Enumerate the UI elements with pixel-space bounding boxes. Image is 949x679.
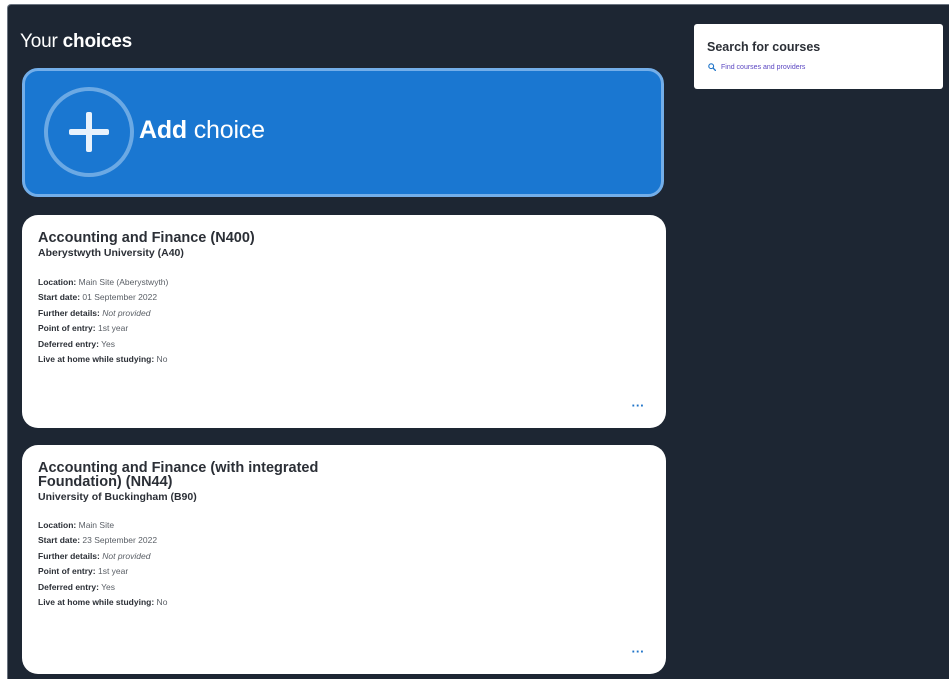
page-title: Your choices	[20, 31, 133, 52]
page-frame: Your choices Add choice Accounting and F…	[7, 4, 949, 679]
detail-live-at-home: Live at home while studying: No	[38, 354, 168, 365]
add-choice-button[interactable]: Add choice	[22, 68, 664, 197]
choice-details: Location: Main Site Start date: 23 Septe…	[38, 518, 167, 610]
detail-start-date: Start date: 23 September 2022	[38, 535, 158, 546]
detail-location: Location: Main Site (Aberystwyth)	[38, 277, 169, 287]
detail-point-of-entry: Point of entry: 1st year	[38, 323, 129, 334]
detail-point-of-entry: Point of entry: 1st year	[38, 566, 129, 577]
search-courses-panel: Search for courses Find courses and prov…	[694, 24, 943, 89]
course-title: Accounting and Finance (N400) Aberystwyt…	[38, 230, 255, 259]
choice-card: Accounting and Finance (with integrated …	[22, 445, 666, 674]
search-icon	[708, 63, 716, 71]
detail-deferred-entry: Deferred entry: Yes	[38, 338, 116, 349]
detail-start-date: Start date: 01 September 2022	[38, 292, 158, 303]
add-choice-label: Add choice	[139, 116, 265, 144]
detail-further-details: Further details: Not provided	[38, 550, 151, 561]
detail-deferred-entry: Deferred entry: Yes	[38, 581, 116, 592]
provider-name: Aberystwyth University (A40)	[38, 247, 184, 259]
choice-details: Location: Main Site (Aberystwyth) Start …	[38, 275, 168, 367]
find-courses-link-label[interactable]: Find courses and providers	[721, 64, 805, 71]
find-courses-link[interactable]: Find courses and providers	[708, 63, 805, 71]
more-options-icon[interactable]: ···	[628, 399, 648, 414]
choice-card: Accounting and Finance (N400) Aberystwyt…	[22, 215, 666, 428]
detail-location: Location: Main Site	[38, 520, 115, 530]
course-title: Accounting and Finance (with integrated …	[38, 460, 319, 503]
detail-further-details: Further details: Not provided	[38, 307, 151, 318]
detail-live-at-home: Live at home while studying: No	[38, 597, 168, 608]
provider-name: University of Buckingham (B90)	[38, 491, 197, 503]
search-panel-title: Search for courses	[707, 40, 821, 54]
more-options-icon[interactable]: ···	[628, 645, 648, 660]
plus-circle-icon	[44, 87, 134, 177]
